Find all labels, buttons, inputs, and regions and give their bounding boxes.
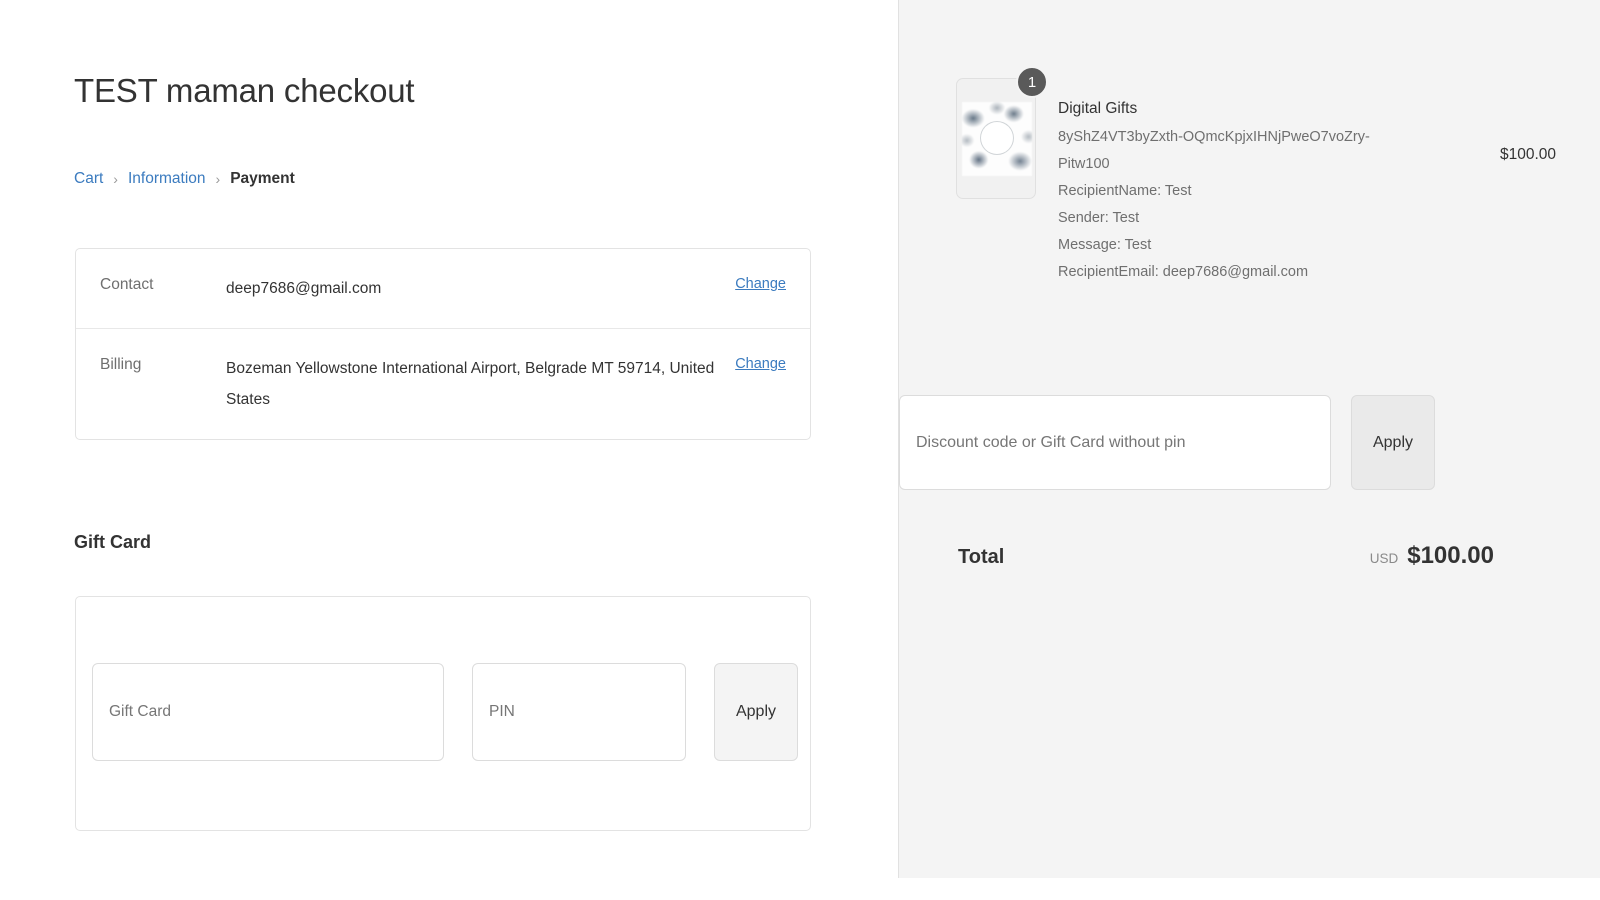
product-property-recipient-name: RecipientName: Test [1058, 183, 1192, 199]
contact-value: deep7686@gmail.com [226, 280, 382, 297]
order-line-item: 1 Digital Gifts 8yShZ4VT3byZxth-OQmcKpjx… [956, 66, 1556, 286]
order-total-row: Total USD $100.00 [958, 542, 1494, 570]
line-item-price: $100.00 [1499, 146, 1556, 163]
contact-label: Contact [100, 276, 154, 293]
breadcrumb-item-payment: Payment [230, 170, 295, 187]
line-item-details: Digital Gifts 8yShZ4VT3byZxth-OQmcKpjxIH… [1058, 78, 1500, 286]
gift-card-section: Apply [75, 596, 811, 831]
gift-card-pin-input[interactable] [472, 663, 686, 761]
total-value-group: USD $100.00 [1370, 542, 1494, 570]
review-row-contact: Contact deep7686@gmail.com Change [76, 249, 810, 328]
gift-card-fields: Apply [92, 663, 798, 761]
gift-card-heading: Gift Card [74, 532, 152, 552]
quantity-badge: 1 [1016, 66, 1048, 98]
breadcrumb-item-cart[interactable]: Cart [74, 170, 103, 188]
product-property-message: Message: Test [1058, 237, 1152, 253]
billing-value: Bozeman Yellowstone International Airpor… [226, 360, 715, 408]
chevron-right-icon: › [113, 171, 118, 187]
product-emblem-icon [980, 121, 1014, 155]
change-contact-link[interactable]: Change [735, 273, 786, 296]
page-title: TEST maman checkout [74, 72, 415, 109]
chevron-right-icon: › [215, 171, 221, 187]
product-title: Digital Gifts [1058, 100, 1138, 117]
gift-card-apply-button[interactable]: Apply [714, 663, 798, 761]
total-amount: $100.00 [1407, 542, 1494, 569]
change-billing-link[interactable]: Change [735, 353, 786, 376]
billing-label: Billing [100, 356, 142, 373]
product-property-recipient-email: RecipientEmail: deep7686@gmail.com [1058, 264, 1309, 280]
checkout-main-column: TEST maman checkout Cart › Information ›… [0, 0, 898, 900]
breadcrumb-item-information[interactable]: Information [128, 170, 206, 188]
product-variant-code: 8yShZ4VT3byZxth-OQmcKpjxIHNjPweO7voZry-P… [1058, 129, 1370, 172]
product-property-sender: Sender: Test [1058, 210, 1140, 226]
discount-apply-button[interactable]: Apply [1351, 395, 1435, 490]
discount-code-input[interactable] [899, 395, 1331, 490]
total-currency: USD [1369, 551, 1399, 566]
order-summary-panel: 1 Digital Gifts 8yShZ4VT3byZxth-OQmcKpjx… [898, 0, 1600, 878]
review-row-billing: Billing Bozeman Yellowstone Internationa… [76, 328, 810, 439]
checkout-page: TEST maman checkout Cart › Information ›… [0, 0, 1600, 900]
breadcrumb: Cart › Information › Payment [74, 170, 295, 188]
discount-row: Apply [899, 395, 1435, 490]
order-review-card: Contact deep7686@gmail.com Change Billin… [75, 248, 811, 440]
gift-card-code-input[interactable] [92, 663, 444, 761]
total-label: Total [958, 546, 1005, 568]
product-thumbnail-wrap: 1 [956, 66, 1048, 199]
